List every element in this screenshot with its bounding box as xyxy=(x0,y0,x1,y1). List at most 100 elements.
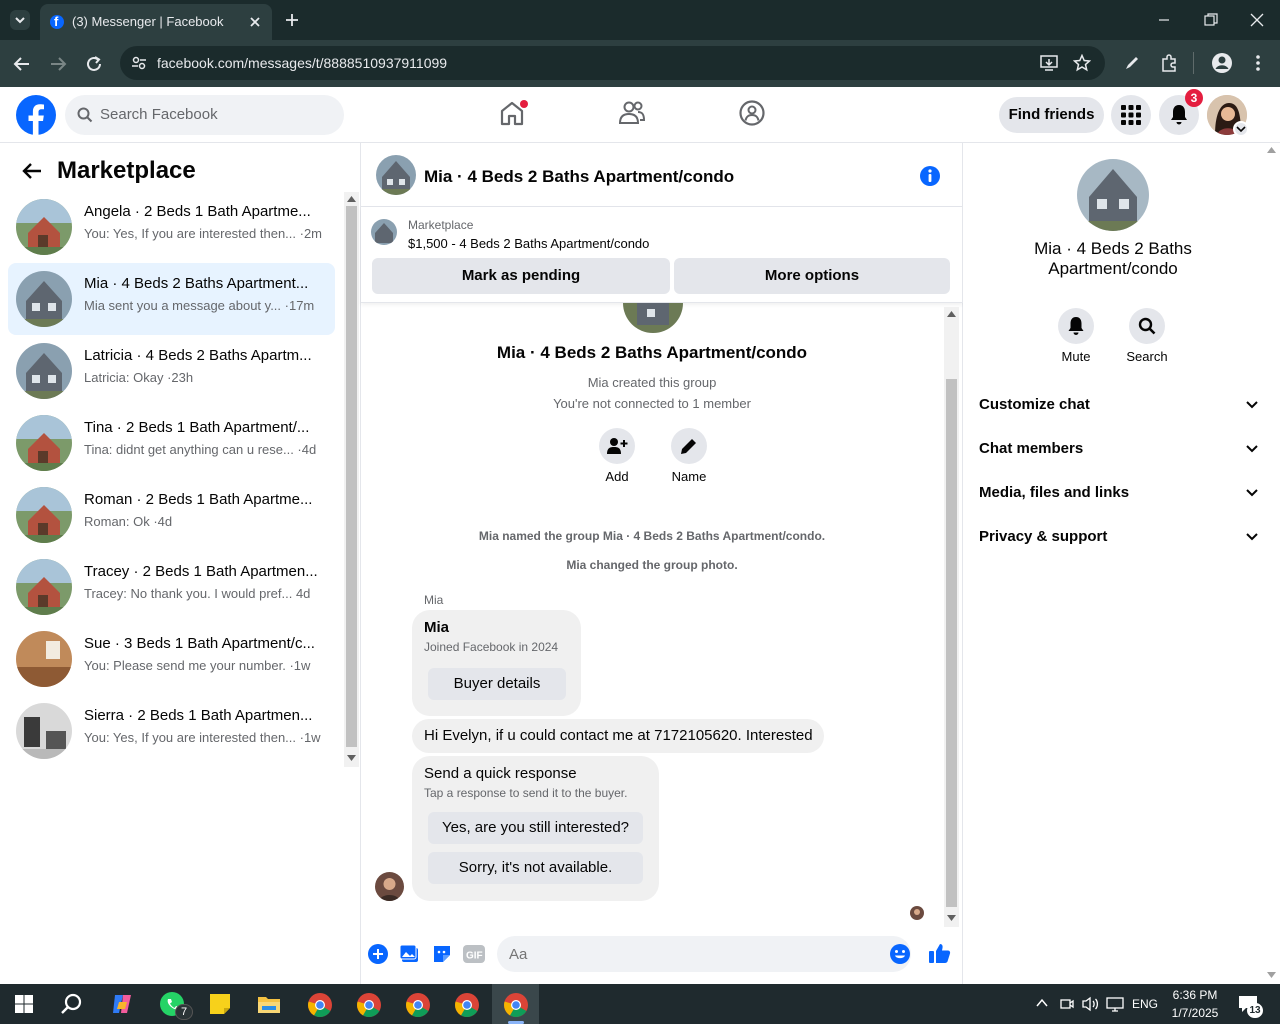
reload-icon[interactable] xyxy=(85,55,103,73)
account-menu-chevron[interactable] xyxy=(1233,121,1249,137)
chrome-icon[interactable] xyxy=(405,992,431,1018)
sticky-notes-icon[interactable] xyxy=(209,993,231,1015)
info-icon[interactable] xyxy=(919,165,941,187)
scroll-down-icon[interactable] xyxy=(347,755,356,761)
nav-home[interactable] xyxy=(498,99,528,127)
mute-button[interactable] xyxy=(1058,308,1094,344)
privacy-support-section[interactable]: Privacy & support xyxy=(979,517,1259,557)
windows-start-icon[interactable] xyxy=(15,995,33,1013)
quick-reply-button[interactable]: Sorry, it's not available. xyxy=(428,852,643,884)
chat-avatar[interactable] xyxy=(376,155,416,195)
minimize-icon[interactable] xyxy=(1158,14,1170,26)
group-created-text: Mia created this group xyxy=(587,375,717,390)
chrome-icon[interactable] xyxy=(356,992,382,1018)
conversation-item[interactable]: Sue · 3 Beds 1 Bath Apartment/c... You: … xyxy=(8,623,335,695)
copilot-icon[interactable] xyxy=(111,993,135,1015)
scroll-up-icon[interactable] xyxy=(947,311,956,317)
scroll-down-icon[interactable] xyxy=(947,915,956,921)
chat-members-section[interactable]: Chat members xyxy=(979,429,1259,469)
browser-tab[interactable]: f (3) Messenger | Facebook xyxy=(40,4,272,40)
conversation-item[interactable]: Tracey · 2 Beds 1 Bath Apartmen... Trace… xyxy=(8,551,335,623)
scroll-thumb[interactable] xyxy=(946,379,957,907)
conversation-item[interactable]: Latricia · 4 Beds 2 Baths Apartm... Latr… xyxy=(8,335,335,407)
buyer-details-button[interactable]: Buyer details xyxy=(428,668,566,700)
sticker-icon[interactable] xyxy=(432,944,452,964)
facebook-logo-icon[interactable] xyxy=(16,95,56,135)
emoji-icon[interactable] xyxy=(890,944,910,964)
chrome-icon[interactable] xyxy=(454,992,480,1018)
group-name: Mia · 4 Beds 2 Baths Apartment/condo xyxy=(496,343,808,362)
close-window-icon[interactable] xyxy=(1250,13,1264,27)
restore-icon[interactable] xyxy=(1204,13,1218,27)
sidebar-scrollbar[interactable] xyxy=(344,192,359,767)
close-tab-icon[interactable] xyxy=(248,15,262,29)
search-in-chat-button[interactable] xyxy=(1129,308,1165,344)
conversation-item[interactable]: Angela · 2 Beds 1 Bath Apartme... You: Y… xyxy=(8,191,335,263)
message-text-field[interactable] xyxy=(497,936,857,972)
conversation-name: Angela · 2 Beds 1 Bath Apartme... xyxy=(84,203,311,220)
file-explorer-icon[interactable] xyxy=(257,994,281,1014)
taskbar-search-icon[interactable] xyxy=(61,993,83,1015)
quick-reply-button[interactable]: Yes, are you still interested? xyxy=(428,812,643,844)
conversation-preview: You: Yes, If you are interested then... … xyxy=(84,730,321,745)
install-app-icon[interactable] xyxy=(1040,54,1058,72)
language-indicator[interactable]: ENG xyxy=(1132,997,1158,1011)
message-input[interactable] xyxy=(497,936,911,972)
meet-icon[interactable] xyxy=(1060,996,1074,1012)
details-title: Mia · 4 Beds 2 Baths Apartment/condo xyxy=(1034,239,1192,278)
buyer-joined: Joined Facebook in 2024 xyxy=(424,640,559,654)
page-scroll-down-icon[interactable] xyxy=(1267,972,1276,978)
facebook-search[interactable]: Search Facebook xyxy=(65,95,344,135)
profile-icon[interactable] xyxy=(1211,52,1233,74)
plus-circle-icon[interactable] xyxy=(368,944,388,964)
nav-groups[interactable] xyxy=(738,99,766,127)
listing-title[interactable]: $1,500 - 4 Beds 2 Baths Apartment/condo xyxy=(408,236,649,251)
find-friends-button[interactable]: Find friends xyxy=(999,97,1104,133)
photo-icon[interactable] xyxy=(400,944,420,964)
mute-label: Mute xyxy=(1061,349,1091,364)
conversation-item[interactable]: Mia · 4 Beds 2 Baths Apartment... Mia se… xyxy=(8,263,335,335)
thumbs-up-icon[interactable] xyxy=(928,942,951,965)
clock-date[interactable]: 1/7/2025 xyxy=(1168,1006,1222,1020)
back-icon[interactable] xyxy=(13,55,31,73)
conversation-item[interactable]: Sierra · 2 Beds 1 Bath Apartmen... You: … xyxy=(8,695,335,767)
forward-icon[interactable] xyxy=(49,55,67,73)
more-options-button[interactable]: More options xyxy=(674,258,950,294)
clock-time[interactable]: 6:36 PM xyxy=(1170,988,1220,1002)
active-taskbar-app[interactable] xyxy=(492,984,539,1024)
menu-button[interactable] xyxy=(1111,95,1151,135)
conversation-item[interactable]: Roman · 2 Beds 1 Bath Apartme... Roman: … xyxy=(8,479,335,551)
chevron-down-icon xyxy=(15,17,25,24)
chat-title[interactable]: Mia · 4 Beds 2 Baths Apartment/condo xyxy=(424,167,734,187)
page-scroll-up-icon[interactable] xyxy=(1267,147,1276,153)
gif-icon[interactable]: GIF xyxy=(463,944,485,964)
edit-name-button[interactable] xyxy=(671,428,707,464)
group-avatar[interactable] xyxy=(1077,159,1149,231)
volume-icon[interactable] xyxy=(1082,996,1100,1012)
conversation-item[interactable]: Tina · 2 Beds 1 Bath Apartment/... Tina:… xyxy=(8,407,335,479)
scroll-thumb[interactable] xyxy=(346,206,357,747)
extensions-icon[interactable] xyxy=(1159,53,1179,73)
address-bar[interactable]: facebook.com/messages/t/8888510937911099 xyxy=(120,46,1105,80)
chat-scrollbar[interactable] xyxy=(944,307,959,927)
pen-icon[interactable] xyxy=(1124,55,1140,71)
site-info-icon[interactable] xyxy=(131,55,147,71)
new-tab-icon[interactable] xyxy=(284,12,300,28)
back-arrow-icon[interactable] xyxy=(22,162,42,180)
tray-chevron-up-icon[interactable] xyxy=(1036,998,1048,1008)
customize-chat-section[interactable]: Customize chat xyxy=(979,385,1259,425)
sender-avatar[interactable] xyxy=(375,872,404,901)
scroll-up-icon[interactable] xyxy=(347,196,356,202)
system-message: Mia changed the group photo. xyxy=(566,558,738,572)
tab-search-button[interactable] xyxy=(10,10,30,30)
mark-pending-button[interactable]: Mark as pending xyxy=(372,258,670,294)
media-files-links-section[interactable]: Media, files and links xyxy=(979,473,1259,513)
bookmark-star-icon[interactable] xyxy=(1073,54,1091,72)
chrome-icon[interactable] xyxy=(307,992,333,1018)
nav-friends[interactable] xyxy=(618,99,646,127)
incoming-message[interactable]: Hi Evelyn, if u could contact me at 7172… xyxy=(412,719,824,753)
sidebar-title: Marketplace xyxy=(57,157,196,184)
browser-menu-icon[interactable] xyxy=(1254,54,1262,72)
add-member-button[interactable] xyxy=(599,428,635,464)
network-icon[interactable] xyxy=(1106,996,1124,1012)
